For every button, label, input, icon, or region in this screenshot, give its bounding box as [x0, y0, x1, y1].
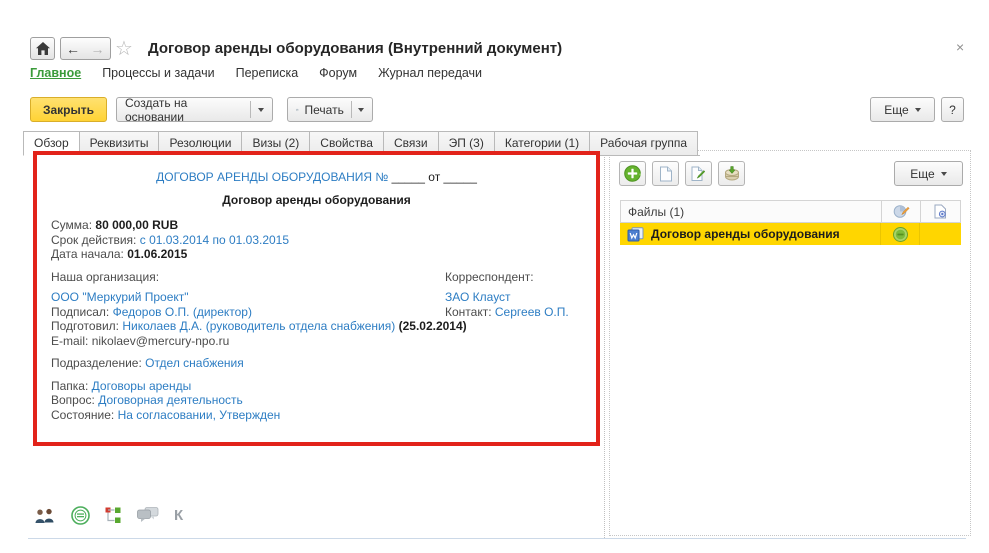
validity-label: Срок действия:	[51, 233, 136, 247]
view-file-button[interactable]	[652, 161, 679, 186]
participants-icon[interactable]	[34, 508, 56, 524]
folder-label: Папка:	[51, 379, 88, 393]
help-button[interactable]: ?	[941, 97, 964, 122]
preparer-link[interactable]: Николаев Д.А. (руководитель отдела снабж…	[122, 319, 395, 333]
footer-icon-bar: К	[34, 506, 183, 525]
signature-stamp-icon[interactable]	[71, 506, 90, 525]
document-subtitle: Договор аренды оборудования	[51, 193, 582, 208]
contact-label: Контакт:	[445, 305, 492, 319]
create-based-on-button[interactable]: Создать на основании	[116, 97, 273, 122]
print-button[interactable]: Печать	[287, 97, 373, 122]
editing-status-icon	[893, 204, 910, 219]
amount-label: Сумма:	[51, 218, 92, 232]
tab-working-group[interactable]: Рабочая группа	[590, 131, 698, 156]
department-label: Подразделение:	[51, 356, 142, 370]
files-table-header[interactable]: Файлы (1)	[620, 200, 961, 223]
menu-item-main[interactable]: Главное	[30, 66, 81, 80]
consultant-k-icon[interactable]: К	[174, 507, 183, 524]
finish-edit-button[interactable]	[718, 161, 745, 186]
validity-link[interactable]: с 01.03.2014 по 01.03.2015	[140, 233, 289, 247]
more-button[interactable]: Еще	[870, 97, 935, 122]
app-window: ← → ☆ Договор аренды оборудования (Внутр…	[0, 0, 989, 553]
window-bottom-border	[28, 538, 966, 539]
correspondent-link[interactable]: ЗАО Клауст	[445, 290, 511, 304]
folder-link[interactable]: Договоры аренды	[92, 379, 192, 393]
menu-item-transfer-log[interactable]: Журнал передачи	[378, 66, 482, 80]
correspondent-block: Корреспондент: ЗАО Клауст Контакт: Серге…	[445, 270, 569, 320]
signer-label: Подписал:	[51, 305, 109, 319]
start-date-label: Дата начала:	[51, 247, 124, 261]
edit-file-icon	[691, 166, 706, 182]
chevron-down-icon	[915, 108, 921, 112]
our-org-link[interactable]: ООО "Меркурий Проект"	[51, 290, 189, 304]
menu-item-forum[interactable]: Форум	[319, 66, 357, 80]
email-value: nikolaev@mercury-npo.ru	[92, 334, 230, 348]
chevron-down-icon	[358, 108, 364, 112]
document-number-line: ДОГОВОР АРЕНДЫ ОБОРУДОВАНИЯ № _____ от _…	[51, 170, 582, 185]
preparer-label: Подготовил:	[51, 319, 119, 333]
home-button[interactable]	[30, 37, 55, 60]
signed-file-icon	[934, 204, 947, 219]
menu-item-processes[interactable]: Процессы и задачи	[102, 66, 214, 80]
panel-splitter[interactable]	[604, 151, 605, 538]
parties-section: Наша организация: ООО "Меркурий Проект" …	[51, 270, 582, 349]
add-file-button[interactable]	[619, 161, 646, 186]
files-count-header: Файлы (1)	[628, 205, 684, 219]
overview-pane: ДОГОВОР АРЕНДЫ ОБОРУДОВАНИЯ № _____ от _…	[33, 151, 600, 446]
contact-link[interactable]: Сергеев О.П.	[495, 305, 569, 319]
file-icon	[659, 166, 673, 182]
discussion-icon[interactable]	[137, 507, 159, 524]
files-panel: Еще Файлы (1) Договор аренды оборудовани…	[609, 150, 971, 536]
back-button[interactable]: ←	[60, 37, 86, 60]
start-date-value: 01.06.2015	[127, 247, 187, 261]
section-menu: Главное Процессы и задачи Переписка Фору…	[30, 66, 482, 80]
file-signature-cell	[919, 223, 959, 245]
signer-link[interactable]: Федоров О.П. (директор)	[113, 305, 252, 319]
file-name: Договор аренды оборудования	[651, 227, 840, 241]
printer-icon	[296, 104, 299, 116]
save-file-icon	[724, 166, 740, 181]
file-busy-status-icon	[893, 227, 908, 242]
email-label: E-mail:	[51, 334, 88, 348]
file-row[interactable]: Договор аренды оборудования	[620, 223, 961, 245]
preparer-date: (25.02.2014)	[399, 319, 467, 333]
files-table: Файлы (1) Договор аренды оборудования	[620, 200, 961, 245]
back-arrow-icon: ←	[66, 42, 80, 56]
editing-status-column	[881, 201, 920, 222]
edit-file-button[interactable]	[685, 161, 712, 186]
menu-item-correspondence[interactable]: Переписка	[236, 66, 299, 80]
process-tree-icon[interactable]	[105, 507, 122, 524]
favorites-star-icon[interactable]: ☆	[115, 36, 133, 61]
close-window-icon[interactable]: ×	[956, 39, 964, 55]
topic-link[interactable]: Договорная деятельность	[98, 393, 243, 407]
signature-column	[920, 201, 960, 222]
add-icon	[624, 165, 641, 182]
amount-value: 80 000,00 RUB	[95, 218, 178, 232]
correspondent-label: Корреспондент:	[445, 270, 569, 285]
word-file-icon	[627, 227, 644, 242]
close-button[interactable]: Закрыть	[30, 97, 107, 122]
state-label: Состояние:	[51, 408, 114, 422]
department-link[interactable]: Отдел снабжения	[145, 356, 244, 370]
button-divider	[250, 101, 251, 118]
chevron-down-icon	[941, 172, 947, 176]
forward-arrow-icon: →	[91, 42, 105, 56]
topic-label: Вопрос:	[51, 393, 95, 407]
state-link[interactable]: На согласовании, Утвержден	[118, 408, 281, 422]
forward-button[interactable]: →	[85, 37, 111, 60]
files-more-button[interactable]: Еще	[894, 161, 963, 186]
chevron-down-icon	[258, 108, 264, 112]
document-title-link[interactable]: ДОГОВОР АРЕНДЫ ОБОРУДОВАНИЯ №	[156, 170, 388, 184]
home-icon	[36, 42, 50, 55]
window-title: Договор аренды оборудования (Внутренний …	[148, 40, 562, 57]
